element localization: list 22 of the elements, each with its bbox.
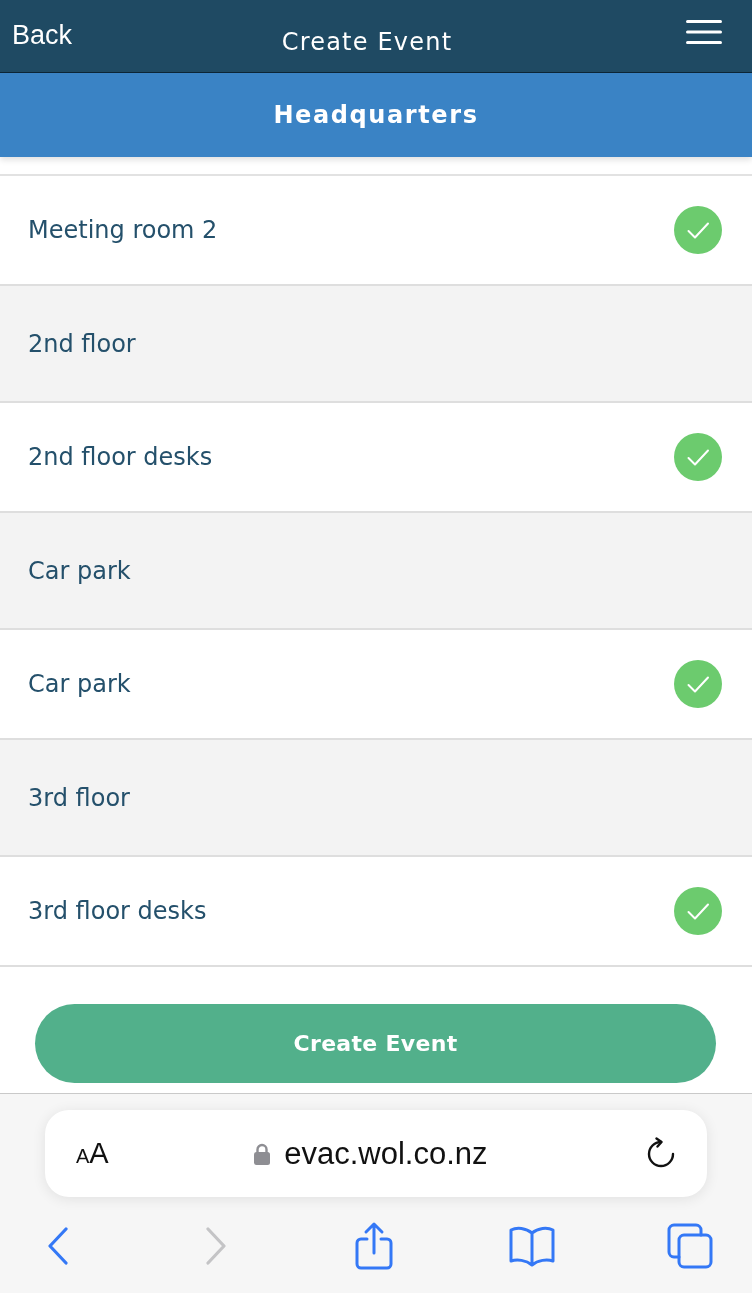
menu-icon[interactable]: [686, 20, 722, 44]
row-label: Car park: [28, 556, 131, 585]
row-label: Meeting room 2: [28, 216, 218, 244]
row-label: 2nd floor desks: [28, 443, 213, 471]
row-label: 3rd floor: [28, 783, 130, 812]
row-label: 3rd floor desks: [28, 897, 207, 925]
tabs-icon[interactable]: [666, 1222, 714, 1270]
row-label: 2nd floor: [28, 329, 136, 358]
site-title: Headquarters: [273, 101, 479, 129]
open-book-icon[interactable]: [508, 1225, 556, 1267]
address-bar[interactable]: AA evac.wol.co.nz: [45, 1110, 707, 1197]
chevron-left-icon[interactable]: [47, 1227, 69, 1265]
group-heading-row[interactable]: 2nd floor: [0, 286, 752, 403]
lock-icon: [253, 1142, 272, 1165]
group-heading-row[interactable]: 3rd floor: [0, 740, 752, 857]
text-size-button[interactable]: AA: [76, 1137, 109, 1170]
group-heading-row[interactable]: Car park: [0, 513, 752, 630]
share-icon[interactable]: [354, 1221, 394, 1271]
row-label: Car park: [28, 670, 131, 698]
back-link[interactable]: Back: [12, 19, 73, 51]
url-text: evac.wol.co.nz: [284, 1135, 488, 1172]
page-title: Create Event: [281, 28, 453, 56]
